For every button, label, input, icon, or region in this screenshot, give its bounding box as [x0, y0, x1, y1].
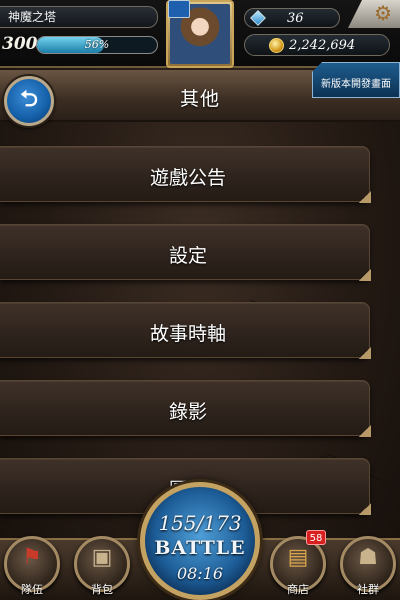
diamond-icon [250, 10, 266, 26]
settings-button[interactable]: ⚙ [348, 0, 400, 28]
menu-item-label: 設定 [168, 245, 207, 267]
player-level: 300 [2, 34, 38, 54]
flag-icon: ⚑ [22, 545, 42, 570]
battle-button[interactable]: 155/173 BATTLE 08:16 [140, 482, 260, 600]
top-hud: 神魔之塔 300 56% 36 2,242,694 ⚙ [0, 0, 400, 68]
chest-icon: ▤ [287, 545, 309, 570]
gold-count: 2,242,694 [289, 38, 356, 53]
battle-label: BATTLE [154, 537, 246, 559]
stamina-count: 155/173 [158, 511, 242, 535]
coin-icon [269, 38, 284, 53]
menu-item-settings[interactable]: 設定 [0, 224, 371, 281]
exp-percent: 56% [84, 38, 110, 51]
back-arrow-icon: ⮌ [20, 87, 38, 112]
gear-icon: ⚙ [374, 1, 392, 25]
people-icon: ☗ [358, 545, 378, 570]
avatar-attribute-icon [168, 0, 190, 18]
menu-item-announcements[interactable]: 遊戲公告 [0, 146, 371, 203]
menu-item-label: 故事時軸 [149, 323, 226, 345]
exp-bar: 56% [36, 36, 158, 54]
backpack-icon: ▣ [91, 545, 113, 570]
bag-label: 背包 [91, 583, 113, 596]
shop-label: 商店 [287, 583, 309, 596]
team-label: 隊伍 [21, 583, 43, 596]
gem-counter[interactable]: 36 [244, 8, 340, 28]
social-label: 社群 [357, 583, 379, 596]
menu-item-label: 錄影 [168, 401, 207, 423]
gem-count: 36 [287, 11, 304, 26]
gold-counter: 2,242,694 [244, 34, 390, 56]
menu-item-story-timeline[interactable]: 故事時軸 [0, 302, 371, 359]
new-version-button[interactable]: 新版本開發畫面 [312, 62, 400, 98]
stamina-timer: 08:16 [176, 564, 224, 583]
new-version-label: 新版本開發畫面 [321, 79, 391, 90]
game-title: 神魔之塔 [0, 6, 158, 28]
menu-item-label: 遊戲公告 [149, 167, 226, 189]
menu-item-replay[interactable]: 錄影 [0, 380, 371, 437]
shop-badge: 58 [306, 530, 326, 545]
back-button[interactable]: ⮌ [4, 76, 54, 126]
